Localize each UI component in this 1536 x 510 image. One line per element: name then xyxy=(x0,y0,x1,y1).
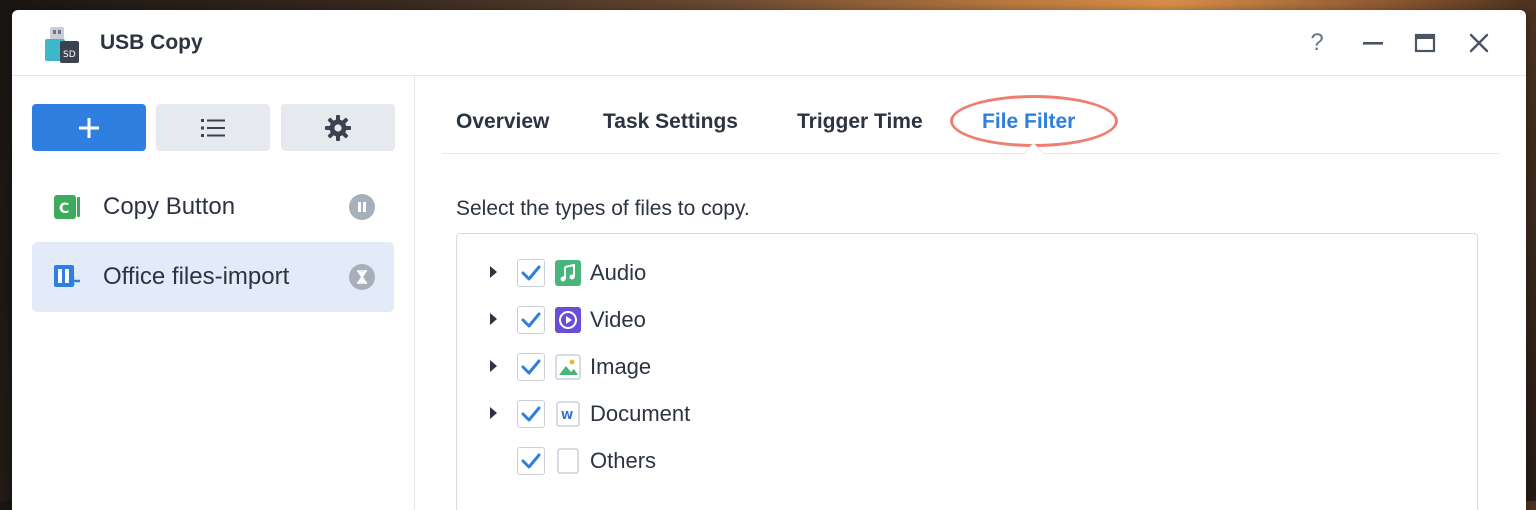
type-label: Video xyxy=(590,307,646,332)
file-icon xyxy=(557,448,579,474)
pause-glyph xyxy=(358,202,366,212)
svg-text:C: C xyxy=(59,201,69,217)
plus-icon xyxy=(79,117,99,138)
image-icon xyxy=(555,354,581,380)
file-type-tree: Audio Video Image W Document Others xyxy=(456,233,1478,510)
tab-task-settings[interactable]: Task Settings xyxy=(603,110,738,134)
tab-trigger-time[interactable]: Trigger Time xyxy=(797,110,923,134)
expand-arrow-icon[interactable] xyxy=(490,266,497,278)
image-checkbox[interactable] xyxy=(517,353,545,381)
tree-row-others: Others xyxy=(457,440,1477,480)
expand-arrow-icon[interactable] xyxy=(490,313,497,325)
file-filter-description: Select the types of files to copy. xyxy=(456,197,750,220)
tab-overview[interactable]: Overview xyxy=(456,110,549,134)
usb-sd-icon: SD xyxy=(45,27,79,63)
app-title: USB Copy xyxy=(100,31,203,54)
checkmark-icon xyxy=(521,359,541,375)
svg-text:SD: SD xyxy=(63,50,76,60)
tree-row-audio: Audio xyxy=(457,252,1477,292)
hourglass-icon xyxy=(349,264,375,290)
video-checkbox[interactable] xyxy=(517,306,545,334)
type-label: Audio xyxy=(590,260,647,285)
minimize-button[interactable] xyxy=(1358,28,1388,58)
close-icon xyxy=(1469,33,1489,53)
document-icon: W xyxy=(556,401,580,427)
task-item-copy-button[interactable]: C Copy Button xyxy=(32,172,394,242)
gear-icon xyxy=(325,114,351,141)
add-task-button[interactable] xyxy=(32,104,146,151)
maximize-button[interactable] xyxy=(1410,28,1440,58)
checkmark-icon xyxy=(521,453,541,469)
checkmark-icon xyxy=(521,406,541,422)
copy-button-icon: C xyxy=(54,195,80,219)
checkmark-icon xyxy=(521,265,541,281)
video-icon xyxy=(555,307,581,333)
help-icon: ? xyxy=(1310,29,1324,56)
task-sidebar: C Copy Button Office files-import xyxy=(12,76,415,510)
tab-bar: Overview Task Settings Trigger Time File… xyxy=(442,76,1499,165)
type-label: Image xyxy=(590,354,652,379)
usb-copy-window: SD USB Copy ? C Copy Button Office files… xyxy=(12,10,1526,510)
hourglass-glyph xyxy=(357,270,367,284)
expand-arrow-icon[interactable] xyxy=(490,407,497,419)
close-button[interactable] xyxy=(1464,28,1494,58)
task-label: Copy Button xyxy=(103,193,236,220)
document-checkbox[interactable] xyxy=(517,400,545,428)
checkmark-icon xyxy=(521,312,541,328)
svg-text:W: W xyxy=(561,409,573,422)
list-icon xyxy=(201,118,225,137)
maximize-icon xyxy=(1414,33,1436,53)
import-icon xyxy=(54,265,80,287)
others-checkbox[interactable] xyxy=(517,447,545,475)
task-detail-panel: Overview Task Settings Trigger Time File… xyxy=(415,76,1526,510)
help-button[interactable]: ? xyxy=(1302,28,1332,58)
expand-arrow-icon[interactable] xyxy=(490,360,497,372)
audio-icon xyxy=(555,260,581,286)
pause-icon[interactable] xyxy=(349,194,375,220)
settings-button[interactable] xyxy=(281,104,395,151)
audio-checkbox[interactable] xyxy=(517,259,545,287)
type-label: Others xyxy=(590,448,657,473)
task-label: Office files-import xyxy=(103,263,290,290)
minimize-icon xyxy=(1363,42,1383,45)
type-label: Document xyxy=(590,401,691,426)
task-item-office-files-import[interactable]: Office files-import xyxy=(32,242,394,312)
title-bar: SD USB Copy ? xyxy=(12,10,1526,76)
active-tab-indicator xyxy=(1022,142,1045,165)
tree-row-video: Video xyxy=(457,299,1477,339)
tree-row-image: Image xyxy=(457,346,1477,386)
task-list-button[interactable] xyxy=(156,104,270,151)
tree-row-document: W Document xyxy=(457,393,1477,433)
tab-file-filter[interactable]: File Filter xyxy=(982,110,1075,134)
